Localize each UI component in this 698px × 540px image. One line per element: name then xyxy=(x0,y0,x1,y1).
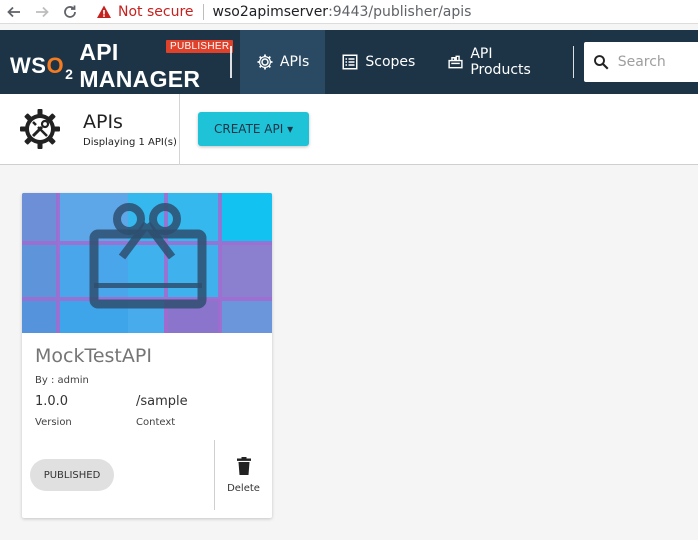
nav-scopes-label: Scopes xyxy=(365,54,416,70)
url-field[interactable]: Not secure wso2apimserver:9443/publisher… xyxy=(96,0,471,24)
page-header: APIs Displaying 1 API(s) CREATE API ▾ xyxy=(0,93,698,165)
url-separator xyxy=(202,3,204,20)
api-version-label: Version xyxy=(35,417,72,428)
nav-scopes[interactable]: Scopes xyxy=(325,30,431,94)
title-block: APIs Displaying 1 API(s) xyxy=(80,93,180,165)
logo-wso2-o: O xyxy=(46,53,65,78)
arrow-left-icon xyxy=(7,6,20,17)
nav-api-products[interactable]: API Products xyxy=(431,30,568,94)
search-icon xyxy=(593,55,609,70)
back-button[interactable] xyxy=(0,0,28,24)
app-header: WSO2 API MANAGER PUBLISHER APIs Scopes A… xyxy=(0,30,698,94)
page-subtitle: Displaying 1 API(s) xyxy=(83,136,177,148)
warning-icon xyxy=(97,5,111,18)
nav-api-products-label: API Products xyxy=(470,46,531,78)
logo-wso2-sub: 2 xyxy=(65,66,74,82)
reload-button[interactable] xyxy=(56,0,84,24)
nav-apis[interactable]: APIs xyxy=(239,30,326,94)
not-secure-label: Not secure xyxy=(118,3,194,20)
api-author: By : admin xyxy=(35,375,89,386)
delete-button[interactable]: Delete xyxy=(215,450,272,500)
products-icon xyxy=(448,55,463,69)
status-badge: PUBLISHED xyxy=(30,459,114,491)
page-title: APIs xyxy=(83,110,123,133)
trash-icon xyxy=(236,456,251,475)
logo[interactable]: WSO2 API MANAGER PUBLISHER xyxy=(0,30,234,94)
gear-tools-icon xyxy=(20,109,60,149)
create-api-button[interactable]: CREATE API ▾ xyxy=(198,112,310,146)
api-card[interactable]: MockTestAPI By : admin 1.0.0 Version /sa… xyxy=(22,193,272,518)
api-context-value: /sample xyxy=(136,394,188,409)
api-context-label: Context xyxy=(136,417,176,428)
api-thumbnail xyxy=(22,193,272,333)
url-path: :9443/publisher/apis xyxy=(328,3,472,20)
search-input[interactable] xyxy=(617,54,698,70)
reload-icon xyxy=(64,5,76,18)
publisher-badge: PUBLISHER xyxy=(166,40,234,53)
logo-wso2-prefix: WS xyxy=(10,53,47,78)
header-divider-2 xyxy=(572,46,574,78)
logo-wso2: WSO2 xyxy=(10,53,74,82)
browser-address-bar: Not secure wso2apimserver:9443/publisher… xyxy=(0,0,698,24)
api-tools-icon-wrap xyxy=(0,94,80,165)
api-name[interactable]: MockTestAPI xyxy=(35,345,152,367)
forward-button[interactable] xyxy=(28,0,56,24)
arrow-right-icon xyxy=(36,6,49,17)
api-thumbnail-pattern xyxy=(22,193,272,333)
nav-apis-label: APIs xyxy=(279,54,310,70)
search-box[interactable] xyxy=(583,42,698,82)
header-divider xyxy=(230,46,232,78)
delete-label: Delete xyxy=(227,482,260,494)
gear-icon xyxy=(257,54,273,70)
list-icon xyxy=(342,54,358,70)
url-host: wso2apimserver xyxy=(212,3,329,20)
api-version-value: 1.0.0 xyxy=(35,394,69,409)
